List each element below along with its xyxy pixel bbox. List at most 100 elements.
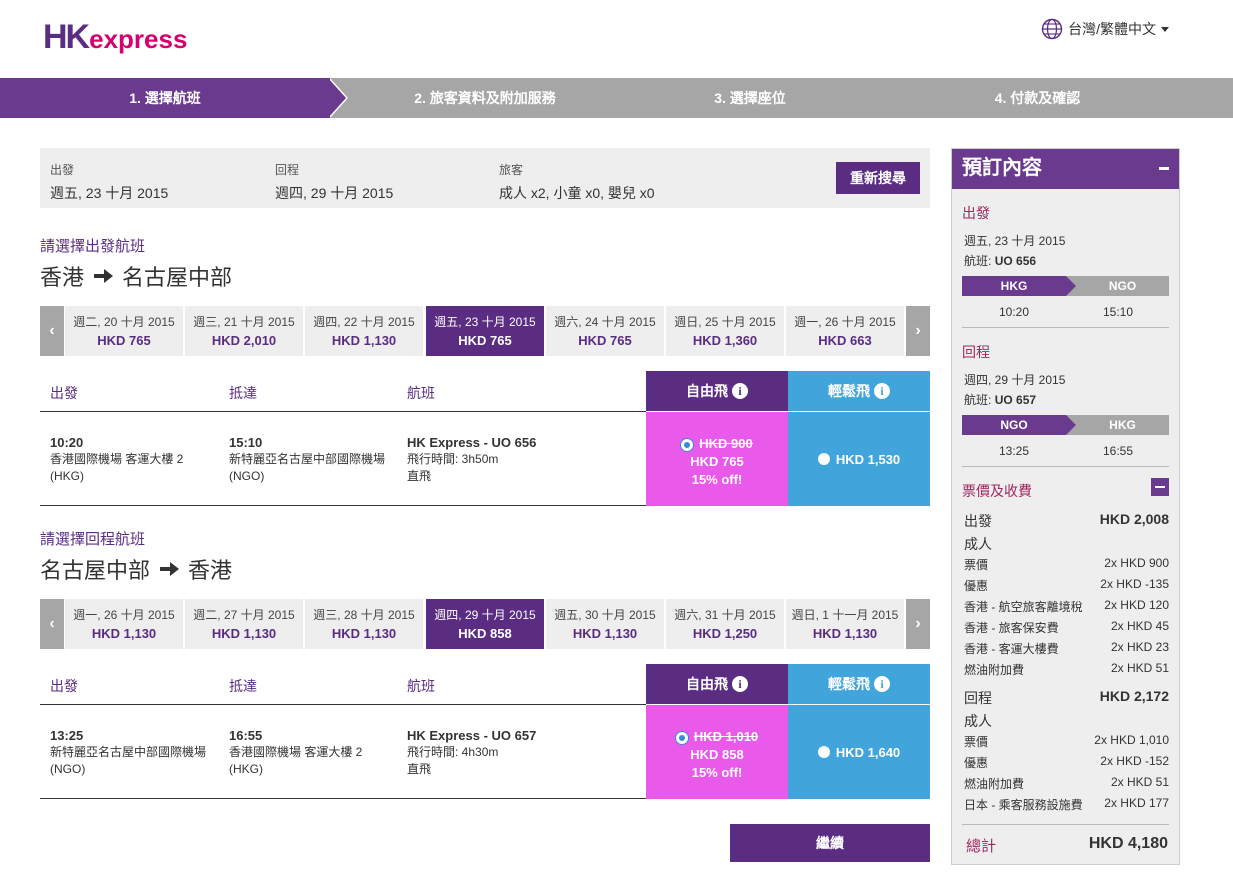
- info-icon[interactable]: [874, 383, 890, 399]
- fee-row: 優惠 2x HKD -152: [964, 754, 1169, 771]
- radio-selected[interactable]: [681, 438, 694, 451]
- inbound-from: 名古屋中部: [40, 558, 151, 583]
- free-fare-header[interactable]: 自由飛: [646, 664, 788, 704]
- language-selector[interactable]: 台灣/繁體中文: [1041, 18, 1169, 40]
- fee-row: 香港 - 旅客保安費 2x HKD 45: [964, 619, 1169, 636]
- inbound-date-option[interactable]: 週五, 30 十月 2015 HKD 1,130: [546, 599, 664, 649]
- radio-unselected[interactable]: [817, 746, 830, 758]
- panel-divider: [962, 327, 1169, 328]
- fees-collapse-icon[interactable]: [1151, 478, 1169, 496]
- info-icon[interactable]: [732, 676, 748, 692]
- radio-selected[interactable]: [675, 731, 688, 744]
- table-divider: [40, 411, 646, 412]
- panel-fees-title: 票價及收費: [962, 483, 1032, 499]
- inbound-free-fare-option[interactable]: HKD 1,010 HKD 858 15% off!: [646, 705, 788, 799]
- ret-adult-label: 成人: [964, 711, 1169, 731]
- outbound-date-option[interactable]: 週二, 20 十月 2015 HKD 765: [65, 306, 183, 356]
- booking-steps: 1. 選擇航班 2. 旅客資料及附加服務 3. 選擇座位 4. 付款及確認: [0, 78, 1233, 118]
- fee-label: 票價: [964, 558, 989, 572]
- free-fare-header[interactable]: 自由飛: [646, 371, 788, 411]
- table-divider: [40, 798, 646, 799]
- date-price: HKD 1,360: [692, 333, 758, 348]
- fee-value: 2x HKD 51: [1110, 661, 1169, 675]
- segment-arrow: [1066, 415, 1076, 435]
- fee-label: 日本 - 乘客服務設施費: [964, 798, 1083, 812]
- inbound-date-option[interactable]: 週一, 26 十月 2015 HKD 1,130: [65, 599, 183, 649]
- panel-title: 預訂內容: [962, 157, 1042, 179]
- inbound-easy-fare-option[interactable]: HKD 1,640: [788, 705, 930, 799]
- fee-value: 2x HKD 23: [1110, 640, 1169, 654]
- outbound-date-strip: ‹ 週二, 20 十月 2015 HKD 765 週三, 21 十月 2015 HK…: [40, 306, 930, 356]
- fee-label: 香港 - 旅客保安費: [964, 621, 1059, 635]
- fee-label: 燃油附加費: [964, 777, 1025, 791]
- continue-button[interactable]: 繼續: [730, 824, 930, 862]
- summary-return-value: 週四, 29 十月 2015: [275, 185, 394, 201]
- flight-type: 直飛: [407, 762, 432, 776]
- segment-to: NGO: [1108, 279, 1137, 293]
- flight-label: 航班:: [964, 393, 992, 407]
- panel-divider: [962, 824, 1169, 825]
- easy-fare-header[interactable]: 輕鬆飛: [788, 664, 930, 704]
- info-icon[interactable]: [732, 383, 748, 399]
- panel-ret-title: 回程: [962, 344, 990, 360]
- inbound-flight-cell: HK Express - UO 657 飛行時間: 4h30m 直飛: [407, 727, 536, 778]
- inbound-date-option[interactable]: 週二, 27 十月 2015 HKD 1,130: [185, 599, 303, 649]
- hkexpress-logo[interactable]: HK express: [43, 14, 187, 54]
- row-value: HKD 2,008: [1099, 511, 1169, 527]
- summary-depart: 出發 週五, 23 十月 2015: [50, 161, 168, 203]
- summary-pax-label: 旅客: [499, 163, 524, 177]
- outbound-easy-fare-option[interactable]: HKD 1,530: [788, 412, 930, 506]
- inbound-next-dates[interactable]: ›: [906, 599, 930, 649]
- outbound-date-option[interactable]: 週日, 25 十月 2015 HKD 1,360: [666, 306, 784, 356]
- outbound-arrive-cell: 15:10 新特麗亞名古屋中部國際機場 (NGO): [229, 434, 385, 485]
- arrive-airport: 香港國際機場 客運大樓 2: [229, 745, 363, 759]
- inbound-date-option[interactable]: 週六, 31 十月 2015 HKD 1,250: [666, 599, 784, 649]
- fee-value: 2x HKD 900: [1104, 556, 1169, 570]
- summary-passengers: 旅客 成人 x2, 小童 x0, 嬰兒 x0: [499, 161, 655, 203]
- flight-name: HK Express - UO 656: [407, 435, 537, 450]
- date-price: HKD 765: [578, 333, 632, 348]
- outbound-route: 香港 名古屋中部: [40, 260, 232, 292]
- outbound-prev-dates[interactable]: ‹: [40, 306, 64, 356]
- row-label: 回程: [964, 690, 992, 706]
- easy-price: HKD 1,530: [835, 451, 901, 467]
- outbound-date-selected[interactable]: 週五, 23 十月 2015 HKD 765: [426, 306, 544, 356]
- row-value: HKD 2,172: [1099, 688, 1169, 704]
- outbound-date-option[interactable]: 週六, 24 十月 2015 HKD 765: [546, 306, 664, 356]
- fee-value: 2x HKD 120: [1104, 598, 1169, 612]
- outbound-free-fare-option[interactable]: HKD 900 HKD 765 15% off!: [646, 412, 788, 506]
- fee-value: 2x HKD 1,010: [1094, 733, 1169, 747]
- inbound-prev-dates[interactable]: ‹: [40, 599, 64, 649]
- inbound-date-option[interactable]: 週日, 1 十一月 2015 HKD 1,130: [786, 599, 904, 649]
- depart-time: 13:25: [50, 728, 84, 743]
- research-button[interactable]: 重新搜尋: [836, 162, 920, 194]
- flight-number: UO 657: [994, 393, 1037, 407]
- date-price: HKD 858: [458, 626, 512, 641]
- radio-unselected[interactable]: [817, 453, 830, 465]
- arrow-right-icon: [160, 562, 180, 576]
- step-arrow: [328, 78, 346, 118]
- segment-from: NGO: [962, 415, 1066, 435]
- col-arrive: 抵達: [229, 678, 257, 694]
- outbound-depart-cell: 10:20 香港國際機場 客運大樓 2 (HKG): [50, 434, 183, 485]
- outbound-date-option[interactable]: 週一, 26 十月 2015 HKD 663: [786, 306, 904, 356]
- inbound-date-option[interactable]: 週三, 28 十月 2015 HKD 1,130: [305, 599, 423, 649]
- collapse-icon[interactable]: [1159, 167, 1169, 170]
- easy-fare-header[interactable]: 輕鬆飛: [788, 371, 930, 411]
- outbound-from: 香港: [40, 265, 85, 290]
- outbound-next-dates[interactable]: ›: [906, 306, 930, 356]
- date-label: 週二, 20 十月 2015: [73, 315, 175, 329]
- row-label: 出發: [964, 513, 992, 529]
- outbound-date-option[interactable]: 週三, 21 十月 2015 HKD 2,010: [185, 306, 303, 356]
- flight-label: 航班:: [964, 254, 992, 268]
- date-label: 週三, 28 十月 2015: [313, 608, 415, 622]
- inbound-depart-cell: 13:25 新特麗亞名古屋中部國際機場 (NGO): [50, 727, 206, 778]
- logo-hk: HK: [43, 18, 90, 56]
- old-price: HKD 900: [699, 436, 753, 451]
- easy-price: HKD 1,640: [835, 744, 901, 760]
- outbound-date-option[interactable]: 週四, 22 十月 2015 HKD 1,130: [305, 306, 423, 356]
- outbound-to: 名古屋中部: [122, 265, 233, 290]
- inbound-date-selected[interactable]: 週四, 29 十月 2015 HKD 858: [426, 599, 544, 649]
- info-icon[interactable]: [874, 676, 890, 692]
- segment-arr-time: 15:10: [1102, 305, 1134, 319]
